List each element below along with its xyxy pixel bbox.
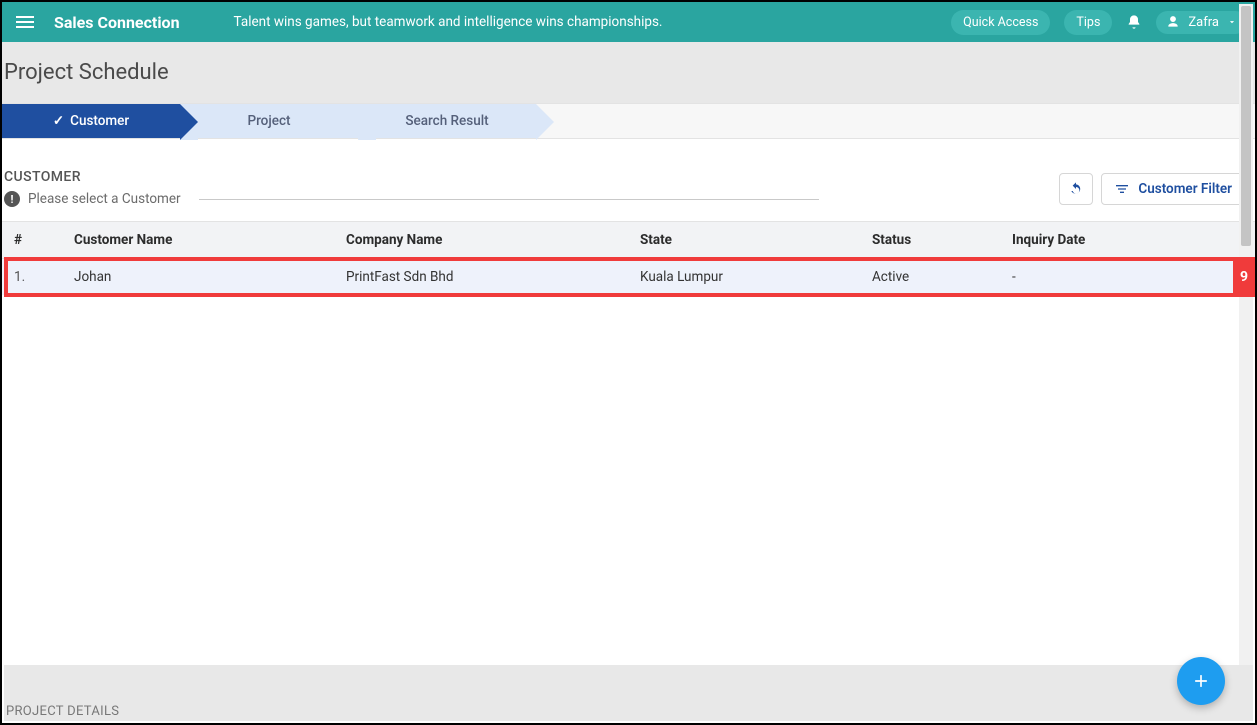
col-company-name: Company Name [346, 232, 640, 248]
refresh-icon [1068, 181, 1084, 197]
customer-filter-button[interactable]: Customer Filter [1101, 173, 1245, 205]
step-search-result[interactable]: Search Result [358, 104, 536, 138]
chevron-down-icon [1227, 17, 1237, 27]
customer-search-input[interactable] [199, 199, 819, 200]
col-status: Status [872, 232, 1012, 248]
tagline-text: Talent wins games, but teamwork and inte… [234, 14, 663, 30]
info-icon: ! [4, 191, 20, 207]
customer-section-header: CUSTOMER ! Please select a Customer Cust… [2, 139, 1255, 207]
notification-bell-icon[interactable] [1126, 14, 1142, 30]
cell-state: Kuala Lumpur [640, 269, 872, 285]
cell-index: 1. [2, 269, 74, 285]
scrollbar-thumb[interactable] [1241, 6, 1251, 246]
col-customer-name: Customer Name [74, 232, 346, 248]
refresh-button[interactable] [1059, 173, 1093, 205]
step-customer[interactable]: ✓ Customer [2, 104, 180, 138]
tips-button[interactable]: Tips [1064, 10, 1112, 35]
project-details-label: PROJECT DETAILS [6, 704, 119, 719]
annotation-badge: 9 [1233, 257, 1255, 297]
add-fab-button[interactable] [1177, 657, 1225, 705]
cell-inquiry-date: - [1012, 269, 1255, 285]
topbar: Sales Connection Talent wins games, but … [2, 2, 1255, 42]
page-title-area: Project Schedule [2, 42, 1255, 103]
cell-customer-name: Johan [74, 269, 346, 285]
wizard-steps: ✓ Customer Project Search Result [2, 103, 1255, 139]
step-project[interactable]: Project [180, 104, 358, 138]
scrollbar[interactable] [1239, 4, 1253, 721]
user-name: Zafra [1188, 15, 1219, 30]
footer-strip: PROJECT DETAILS [4, 665, 1253, 721]
cell-status: Active [872, 269, 1012, 285]
step-label: Search Result [405, 113, 488, 129]
user-menu[interactable]: Zafra [1156, 11, 1247, 34]
section-title: CUSTOMER [2, 169, 819, 185]
col-inquiry-date: Inquiry Date [1012, 232, 1255, 248]
hamburger-menu-icon[interactable] [10, 10, 40, 34]
col-state: State [640, 232, 872, 248]
quick-access-button[interactable]: Quick Access [951, 10, 1050, 35]
brand-title: Sales Connection [54, 13, 180, 32]
col-index: # [2, 232, 74, 248]
cell-company-name: PrintFast Sdn Bhd [346, 269, 640, 285]
plus-icon [1191, 671, 1211, 691]
section-instruction: Please select a Customer [28, 191, 181, 207]
table-header-row: # Customer Name Company Name State Statu… [2, 221, 1255, 259]
page-title: Project Schedule [2, 60, 1255, 85]
check-icon: ✓ [53, 113, 64, 129]
filter-button-label: Customer Filter [1138, 181, 1232, 197]
step-label: Customer [70, 113, 129, 129]
user-icon [1166, 15, 1180, 29]
step-label: Project [247, 113, 290, 129]
table-row[interactable]: 1. Johan PrintFast Sdn Bhd Kuala Lumpur … [2, 259, 1255, 295]
customer-table: # Customer Name Company Name State Statu… [2, 221, 1255, 295]
filter-icon [1114, 181, 1130, 197]
